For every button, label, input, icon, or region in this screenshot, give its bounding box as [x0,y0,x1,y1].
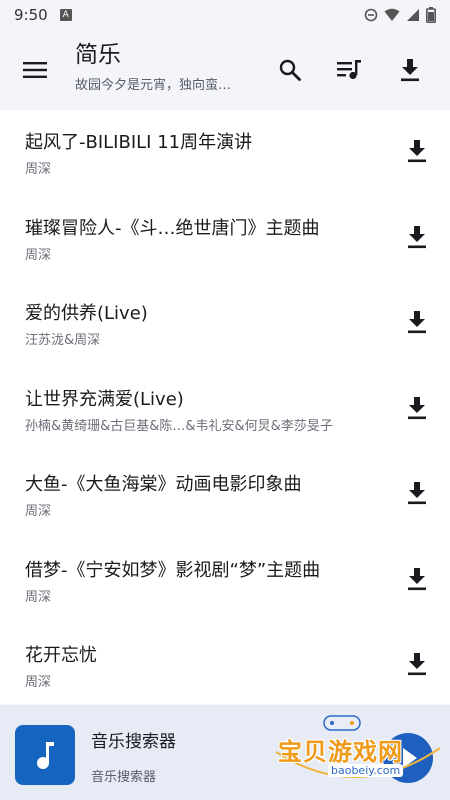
player-title: 音乐搜索器 [91,732,176,752]
download-icon [408,311,426,334]
song-title: 花开忘忧 [25,645,97,666]
battery-icon [426,7,436,23]
download-button[interactable] [406,138,428,164]
watermark-url: baobeiy.com [328,764,404,777]
song-artist: 汪苏泷&周深 [25,333,101,348]
status-icons [364,7,436,23]
song-artist: 孙楠&黄绮珊&古巨基&陈…&韦礼安&何炅&李莎旻子 [25,418,333,434]
app-bar: 简乐 故园今夕是元宵，独向蛮… [0,30,450,110]
status-time: 9:50 [14,6,48,24]
song-title: 璀璨冒险人-《斗…绝世唐门》主题曲 [25,217,320,239]
page-subtitle: 故园今夕是元宵，独向蛮… [75,78,232,93]
song-artist: 周深 [25,675,52,690]
download-icon [408,567,426,590]
download-button[interactable] [406,566,428,592]
search-icon [279,59,301,81]
status-bar: 9:50 A [0,0,450,30]
song-artist: 周深 [25,247,52,263]
download-icon [408,225,426,248]
download-button[interactable] [406,651,428,677]
song-artist: 周深 [25,162,52,177]
list-item[interactable]: 璀璨冒险人-《斗…绝世唐门》主题曲 周深 [0,196,450,282]
album-cover[interactable] [15,725,75,785]
song-artist: 周深 [25,589,52,605]
music-note-icon [37,742,54,769]
download-icon [408,140,426,163]
list-item[interactable]: 起风了-BILIBILI 11周年演讲 周深 [0,110,450,196]
song-title: 让世界充满爱(Live) [25,388,184,410]
download-icon [408,396,426,419]
list-item[interactable]: 爱的供养(Live) 汪苏泷&周深 [0,281,450,367]
page-title: 简乐 [75,42,121,68]
download-all-button[interactable] [396,56,424,84]
watermark-text: 宝贝游戏网 [278,738,403,766]
player-subtitle: 音乐搜索器 [91,770,157,785]
download-button[interactable] [406,480,428,506]
menu-button[interactable] [20,57,50,83]
song-artist: 周深 [25,504,52,519]
dnd-icon [364,8,378,22]
notification-icon: A [59,9,72,21]
download-icon [408,653,426,676]
wifi-icon [384,8,400,21]
song-list[interactable]: 起风了-BILIBILI 11周年演讲 周深 璀璨冒险人-《斗…绝世唐门》主题曲… [0,110,450,704]
list-item[interactable]: 让世界充满爱(Live) 孙楠&黄绮珊&古巨基&陈…&韦礼安&何炅&李莎旻子 [0,367,450,453]
playlist-icon [337,60,361,80]
song-title: 起风了-BILIBILI 11周年演讲 [25,132,253,153]
song-title: 爱的供养(Live) [25,303,148,324]
playlist-button[interactable] [336,56,364,84]
download-button[interactable] [406,309,428,335]
signal-icon [407,9,419,21]
list-item[interactable]: 大鱼-《大鱼海棠》动画电影印象曲 周深 [0,452,450,538]
song-title: 借梦-《宁安如梦》影视剧“梦”主题曲 [25,559,321,581]
menu-icon [23,62,47,78]
search-button[interactable] [276,56,304,84]
list-item[interactable]: 借梦-《宁安如梦》影视剧“梦”主题曲 周深 [0,538,450,624]
download-button[interactable] [406,395,428,421]
download-button[interactable] [406,224,428,250]
download-icon [408,482,426,505]
song-title: 大鱼-《大鱼海棠》动画电影印象曲 [25,474,302,495]
download-icon [401,59,419,82]
list-item[interactable]: 花开忘忧 周深 [0,623,450,704]
title-block: 简乐 故园今夕是元宵，独向蛮… [75,40,255,93]
watermark: 宝贝游戏网 baobeiy.com [268,708,450,794]
